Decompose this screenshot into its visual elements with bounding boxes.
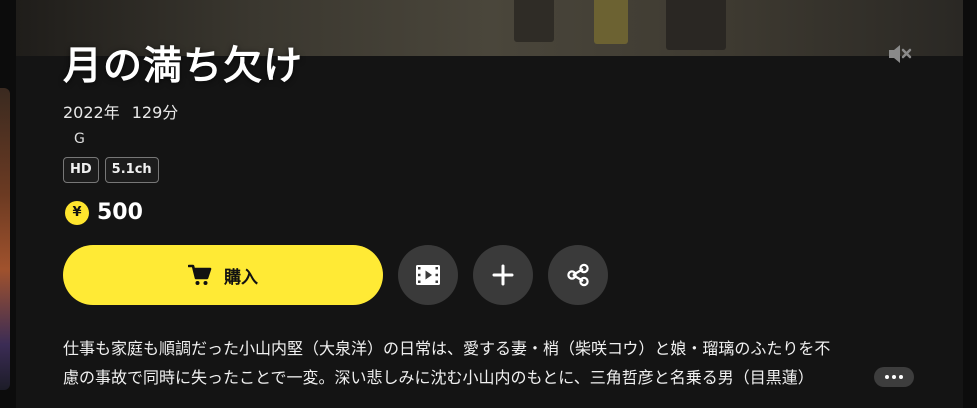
quality-badges: HD 5.1ch <box>63 157 159 183</box>
audio-badge: 5.1ch <box>104 157 159 183</box>
cart-icon <box>188 264 212 285</box>
price: ¥ 500 <box>65 200 143 225</box>
trailer-button[interactable] <box>398 245 458 305</box>
share-button[interactable] <box>548 245 608 305</box>
age-rating: G <box>74 131 85 147</box>
more-dot-icon <box>885 375 889 379</box>
hero-figure <box>666 0 726 50</box>
detail-panel: 月の満ち欠け 2022年 129分 G HD 5.1ch ¥ 500 購入 仕事… <box>16 0 963 408</box>
hd-badge: HD <box>63 157 99 183</box>
film-icon <box>416 265 440 285</box>
buy-label: 購入 <box>224 267 258 288</box>
more-dot-icon <box>892 375 896 379</box>
volume-mute-icon <box>889 45 912 63</box>
synopsis-line: 仕事も家庭も順調だった小山内堅（大泉洋）の日常は、愛する妻・梢（柴咲コウ）と娘・… <box>63 339 831 358</box>
mute-button[interactable] <box>884 40 914 68</box>
release-year: 2022年 <box>63 103 120 122</box>
adjacent-card-edge[interactable] <box>0 88 10 390</box>
duration: 129分 <box>131 103 179 122</box>
add-to-list-button[interactable] <box>473 245 533 305</box>
action-bar: 購入 <box>63 245 608 305</box>
movie-meta: 2022年 129分 <box>63 99 178 123</box>
price-value: 500 <box>97 200 143 225</box>
more-dot-icon <box>899 375 903 379</box>
synopsis-line: 慮の事故で同時に失ったことで一変。深い悲しみに沈む小山内のもとに、三角哲彦と名乗… <box>63 368 814 387</box>
buy-button[interactable]: 購入 <box>63 245 383 305</box>
expand-synopsis-button[interactable] <box>874 367 914 387</box>
hero-figure <box>594 0 628 44</box>
hero-figure <box>514 0 554 42</box>
yen-coin-icon: ¥ <box>65 200 89 225</box>
movie-title: 月の満ち欠け <box>63 44 304 89</box>
synopsis: 仕事も家庭も順調だった小山内堅（大泉洋）の日常は、愛する妻・梢（柴咲コウ）と娘・… <box>63 334 923 392</box>
plus-icon <box>492 264 514 286</box>
share-icon <box>567 263 589 287</box>
